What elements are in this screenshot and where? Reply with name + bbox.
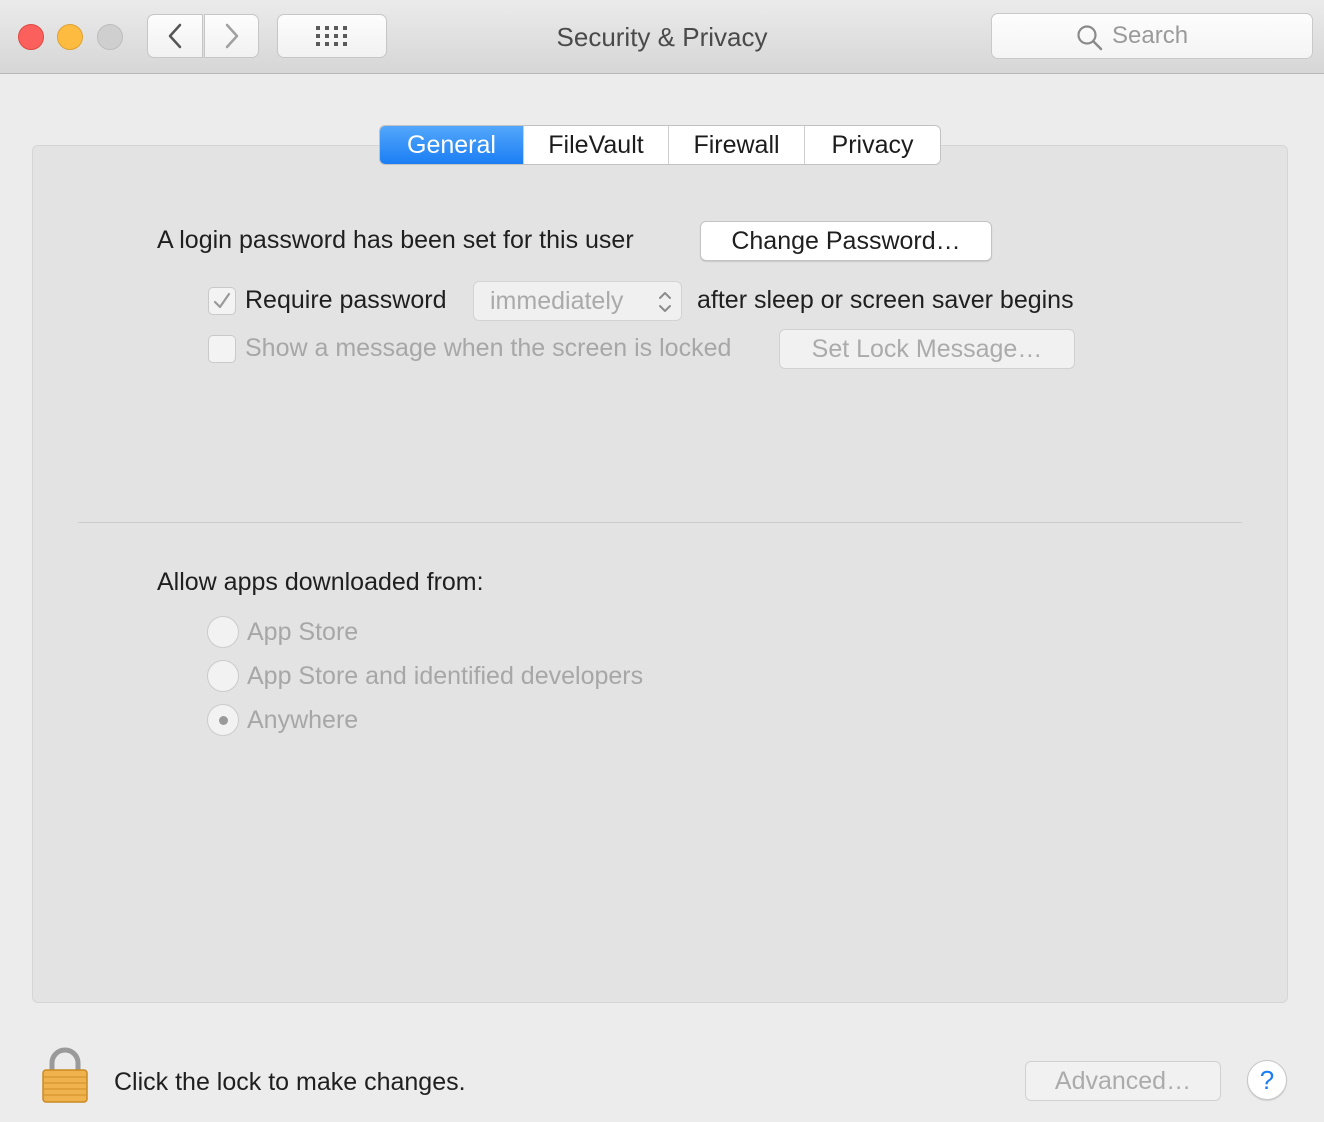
show-lock-message-checkbox[interactable] bbox=[208, 335, 236, 363]
require-password-suffix: after sleep or screen saver begins bbox=[697, 286, 1074, 314]
radio-app-store-identified-label: App Store and identified developers bbox=[247, 662, 644, 690]
set-lock-message-button[interactable]: Set Lock Message… bbox=[779, 329, 1075, 369]
up-down-arrows-icon bbox=[659, 292, 671, 312]
radio-app-store[interactable] bbox=[207, 616, 239, 648]
require-password-delay-value: immediately bbox=[490, 286, 624, 315]
tab-filevault[interactable]: FileVault bbox=[523, 126, 668, 164]
tab-privacy[interactable]: Privacy bbox=[804, 126, 940, 164]
tab-general[interactable]: General bbox=[380, 126, 523, 164]
search-placeholder: Search bbox=[1112, 22, 1189, 49]
checkmark-icon bbox=[213, 292, 231, 309]
radio-anywhere-label: Anywhere bbox=[247, 706, 359, 734]
section-divider bbox=[78, 522, 1242, 523]
show-lock-message-label: Show a message when the screen is locked bbox=[245, 334, 732, 362]
tab-firewall[interactable]: Firewall bbox=[668, 126, 804, 164]
allow-apps-heading: Allow apps downloaded from: bbox=[157, 568, 484, 596]
search-field[interactable]: Search bbox=[991, 13, 1313, 59]
require-password-delay-select[interactable]: immediately bbox=[473, 281, 682, 321]
require-password-checkbox[interactable] bbox=[208, 287, 236, 315]
title-bar: Security & Privacy Search bbox=[0, 0, 1324, 74]
password-status-label: A login password has been set for this u… bbox=[157, 226, 634, 254]
change-password-button[interactable]: Change Password… bbox=[700, 221, 992, 261]
radio-anywhere[interactable] bbox=[207, 704, 239, 736]
advanced-button[interactable]: Advanced… bbox=[1025, 1061, 1221, 1101]
tab-bar: General FileVault Firewall Privacy bbox=[379, 125, 941, 165]
lock-status-text: Click the lock to make changes. bbox=[114, 1068, 466, 1096]
search-icon bbox=[1077, 25, 1103, 51]
radio-app-store-label: App Store bbox=[247, 618, 359, 646]
require-password-label: Require password bbox=[245, 286, 447, 314]
help-button[interactable]: ? bbox=[1247, 1060, 1287, 1100]
radio-app-store-identified[interactable] bbox=[207, 660, 239, 692]
radio-selected-dot bbox=[218, 715, 228, 725]
lock-icon[interactable] bbox=[40, 1046, 90, 1104]
